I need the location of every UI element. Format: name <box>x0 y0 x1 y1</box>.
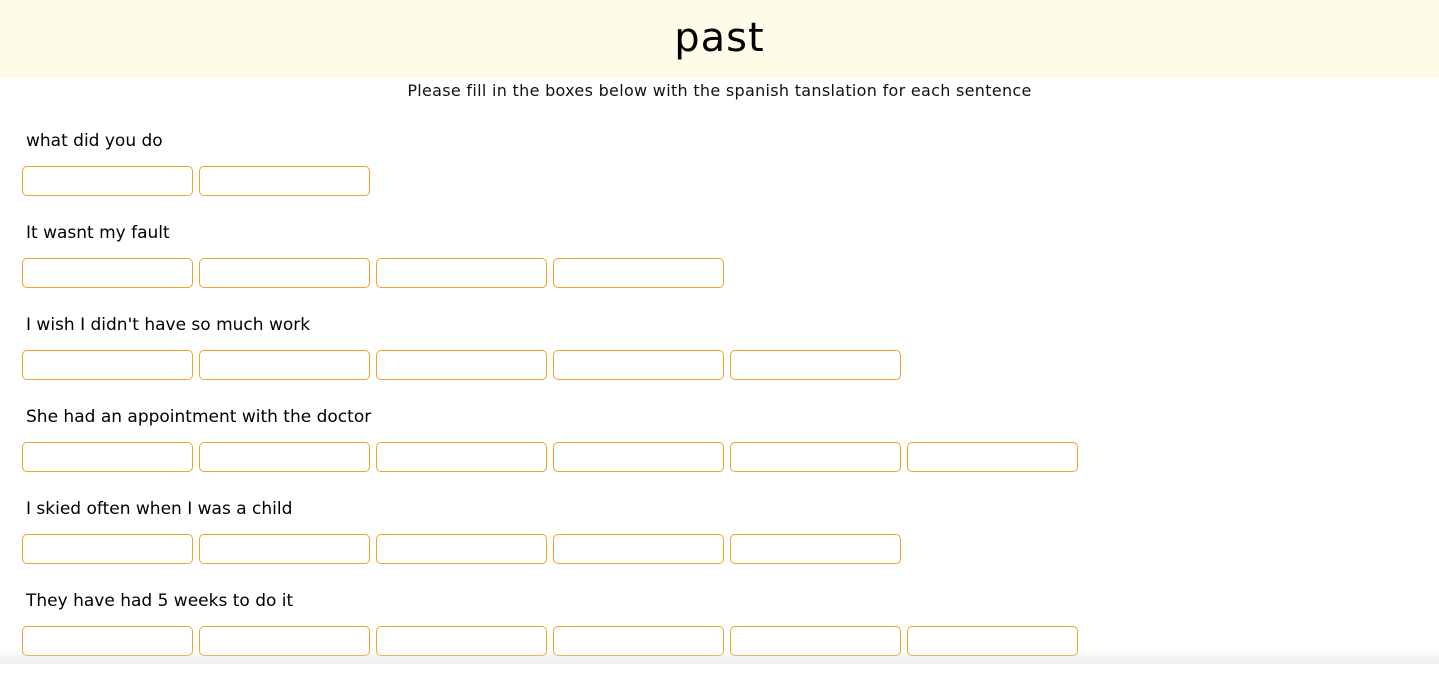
answer-input[interactable] <box>22 626 193 656</box>
answer-boxes <box>22 534 901 564</box>
answer-input[interactable] <box>22 258 193 288</box>
answer-input[interactable] <box>22 442 193 472</box>
answer-input[interactable] <box>199 166 370 196</box>
answer-input[interactable] <box>376 626 547 656</box>
page-title: past <box>0 12 1439 64</box>
answer-input[interactable] <box>907 442 1078 472</box>
answer-input[interactable] <box>730 534 901 564</box>
question-1: what did you do <box>22 126 1422 218</box>
question-prompt: what did you do <box>26 128 163 154</box>
answer-input[interactable] <box>199 442 370 472</box>
answer-input[interactable] <box>376 534 547 564</box>
answer-input[interactable] <box>907 626 1078 656</box>
answer-input[interactable] <box>553 626 724 656</box>
answer-input[interactable] <box>730 350 901 380</box>
answer-input[interactable] <box>199 534 370 564</box>
answer-input[interactable] <box>22 534 193 564</box>
answer-boxes <box>22 626 1078 656</box>
answer-input[interactable] <box>22 166 193 196</box>
question-2: It wasnt my fault <box>22 218 1422 310</box>
instructions-text: Please fill in the boxes below with the … <box>0 80 1439 102</box>
question-3: I wish I didn't have so much work <box>22 310 1422 402</box>
answer-boxes <box>22 350 901 380</box>
question-5: I skied often when I was a child <box>22 494 1422 586</box>
question-prompt: I wish I didn't have so much work <box>26 312 310 338</box>
answer-input[interactable] <box>553 350 724 380</box>
answer-boxes <box>22 258 724 288</box>
answer-boxes <box>22 442 1078 472</box>
answer-input[interactable] <box>376 258 547 288</box>
answer-input[interactable] <box>376 442 547 472</box>
answer-boxes <box>22 166 370 196</box>
page-header: past <box>0 0 1439 78</box>
answer-input[interactable] <box>553 442 724 472</box>
answer-input[interactable] <box>22 350 193 380</box>
question-prompt: They have had 5 weeks to do it <box>26 588 293 614</box>
question-prompt: She had an appointment with the doctor <box>26 404 371 430</box>
question-prompt: I skied often when I was a child <box>26 496 292 522</box>
answer-input[interactable] <box>199 258 370 288</box>
answer-input[interactable] <box>553 258 724 288</box>
answer-input[interactable] <box>730 626 901 656</box>
question-list: what did you do It wasnt my fault I wish… <box>22 126 1422 678</box>
answer-input[interactable] <box>730 442 901 472</box>
question-4: She had an appointment with the doctor <box>22 402 1422 494</box>
answer-input[interactable] <box>376 350 547 380</box>
question-prompt: It wasnt my fault <box>26 220 170 246</box>
answer-input[interactable] <box>199 626 370 656</box>
answer-input[interactable] <box>553 534 724 564</box>
answer-input[interactable] <box>199 350 370 380</box>
question-6: They have had 5 weeks to do it <box>22 586 1422 678</box>
